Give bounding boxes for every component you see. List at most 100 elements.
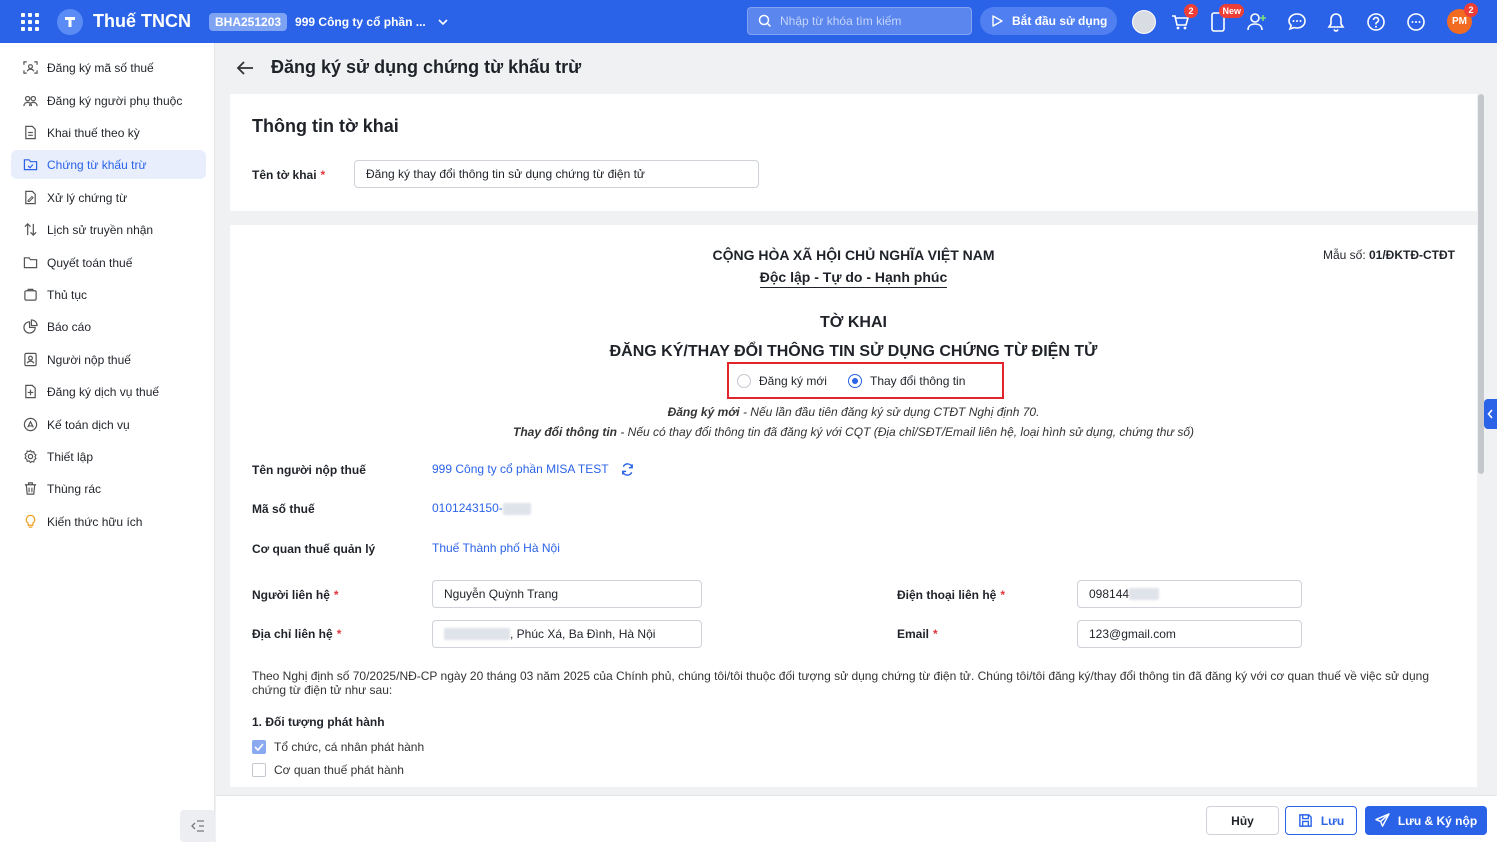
sidebar-item-periodic-tax[interactable]: Khai thuế theo kỳ: [11, 118, 206, 147]
save-icon: [1298, 814, 1312, 827]
sidebar-item-label: Kiến thức hữu ích: [47, 514, 143, 529]
sidebar-item-reports[interactable]: Báo cáo: [11, 312, 206, 341]
card-title: Thông tin tờ khai: [252, 116, 399, 136]
side-panel-toggle-icon[interactable]: [1484, 399, 1497, 429]
sidebar-item-dependents[interactable]: Đăng ký người phụ thuộc: [11, 86, 206, 115]
tax-code-value: 0101243150-: [432, 501, 531, 515]
assistant-avatar[interactable]: [1132, 10, 1156, 34]
taxpayer-name-label: Tên người nộp thuế: [252, 463, 366, 477]
person-card-icon: [24, 352, 37, 367]
tax-code-label: Mã số thuế: [252, 502, 315, 516]
more-icon[interactable]: [1404, 10, 1428, 34]
note-new-registration: Đăng ký mới - Nếu lần đầu tiên đăng ký s…: [667, 405, 1040, 419]
trash-icon: [24, 482, 37, 495]
apps-grid-icon[interactable]: [15, 7, 45, 37]
declaration-info-card: Thông tin tờ khai Tên tờ khai * Đăng ký t…: [230, 94, 1477, 211]
search-icon: [758, 14, 772, 28]
cancel-button[interactable]: Hủy: [1206, 806, 1279, 835]
sidebar-item-label: Thiết lập: [47, 449, 94, 464]
save-button[interactable]: Lưu: [1285, 806, 1357, 835]
org-name[interactable]: 999 Công ty cổ phần ...: [295, 15, 426, 29]
chevron-down-icon[interactable]: [436, 15, 450, 29]
users-icon: [23, 95, 38, 107]
org-code-badge: BHA251203: [209, 12, 288, 31]
sidebar-item-tax-services[interactable]: Đăng ký dịch vụ thuế: [11, 377, 206, 406]
sidebar-item-label: Lịch sử truyền nhận: [47, 222, 154, 237]
sidebar-item-process-vouchers[interactable]: Xử lý chứng từ: [11, 183, 206, 212]
contact-phone-field[interactable]: 098144: [1077, 580, 1302, 608]
sidebar-item-withholding-vouchers[interactable]: Chứng từ khấu trừ: [11, 150, 206, 179]
contact-person-label: Người liên hệ *: [252, 588, 339, 602]
document-title: TỜ KHAI: [820, 314, 887, 331]
sidebar-item-accounting-services[interactable]: Kế toán dịch vụ: [11, 410, 206, 439]
sidebar-item-register-tax-code[interactable]: Đăng ký mã số thuế: [11, 53, 206, 82]
search-input[interactable]: [780, 14, 960, 28]
sidebar-item-trash[interactable]: Thùng rác: [11, 474, 206, 503]
new-badge: New: [1219, 4, 1244, 18]
sidebar-item-label: Thủ tục: [47, 287, 88, 302]
search-box[interactable]: [747, 7, 972, 35]
contact-address-field[interactable]: , Phúc Xá, Ba Đình, Hà Nội: [432, 620, 702, 648]
sidebar-item-label: Chứng từ khấu trừ: [47, 157, 147, 172]
form-code: Mẫu số: 01/ĐKTĐ-CTĐT: [1322, 248, 1455, 262]
issuer-org-checkbox[interactable]: Tổ chức, cá nhân phát hành: [252, 740, 424, 754]
sidebar: Đăng ký mã số thuế Đăng ký người phụ thu…: [0, 43, 215, 842]
registration-type-radio-group: Đăng ký mới Thay đổi thông tin: [727, 362, 1004, 399]
redacted-block: [502, 502, 531, 515]
bell-icon[interactable]: [1324, 10, 1348, 34]
pie-chart-icon: [23, 319, 38, 334]
app-name[interactable]: Thuế TNCN: [93, 11, 191, 32]
gear-icon: [24, 449, 37, 464]
footer-bar: Hủy Lưu Lưu & Ký nộp: [216, 795, 1497, 842]
play-icon: [992, 15, 1003, 27]
tax-authority-label: Cơ quan thuế quản lý: [252, 542, 376, 556]
lightbulb-icon: [25, 514, 36, 528]
chat-icon[interactable]: [1285, 10, 1309, 34]
email-field[interactable]: 123@gmail.com: [1077, 620, 1302, 648]
doc-edit-icon: [25, 190, 36, 205]
sidebar-item-knowledge[interactable]: Kiến thức hữu ích: [11, 507, 206, 536]
sidebar-item-taxpayer[interactable]: Người nộp thuế: [11, 345, 206, 374]
contact-person-field[interactable]: Nguyễn Quỳnh Trang: [432, 580, 702, 608]
checkbox-checked: [252, 740, 266, 754]
sidebar-item-label: Đăng ký mã số thuế: [47, 60, 154, 75]
declaration-form-card: CỘNG HÒA XÃ HỘI CHỦ NGHĨA VIỆT NAM Độc l…: [230, 225, 1477, 787]
mobile-app-icon[interactable]: New: [1206, 4, 1244, 34]
folder-icon: [23, 257, 38, 269]
document-icon: [25, 125, 36, 140]
cart-badge: 2: [1184, 4, 1198, 18]
radio-dot: [737, 374, 751, 388]
sidebar-item-settings[interactable]: Thiết lập: [11, 442, 206, 471]
radio-change-info[interactable]: Thay đổi thông tin: [848, 374, 965, 388]
send-icon: [1375, 813, 1390, 827]
collapse-sidebar-icon[interactable]: [180, 810, 215, 842]
sidebar-item-transmission-history[interactable]: Lịch sử truyền nhận: [11, 215, 206, 244]
save-and-sign-button[interactable]: Lưu & Ký nộp: [1365, 806, 1487, 835]
redacted-block: [444, 628, 510, 640]
issuer-tax-authority-checkbox[interactable]: Cơ quan thuế phát hành: [252, 763, 404, 777]
cart-icon[interactable]: 2: [1168, 4, 1198, 34]
sidebar-item-procedures[interactable]: Thủ tục: [11, 280, 206, 309]
sidebar-item-tax-finalization[interactable]: Quyết toán thuế: [11, 248, 206, 277]
calculator-icon: [23, 417, 38, 432]
refresh-icon[interactable]: [621, 463, 634, 477]
back-arrow-icon[interactable]: [236, 60, 254, 76]
add-user-icon[interactable]: [1245, 10, 1269, 34]
app-logo-icon: [57, 8, 83, 35]
sidebar-item-label: Xử lý chứng từ: [47, 190, 128, 205]
avatar-badge: 2: [1464, 3, 1478, 17]
radio-dot-selected: [848, 374, 862, 388]
page-title: Đăng ký sử dụng chứng từ khấu trừ: [271, 57, 582, 77]
radio-new-registration[interactable]: Đăng ký mới: [737, 374, 827, 388]
declaration-name-label: Tên tờ khai *: [252, 168, 326, 182]
start-using-button[interactable]: Bắt đầu sử dụng: [980, 7, 1117, 35]
checkbox-unchecked: [252, 763, 266, 777]
scan-id-icon: [23, 61, 38, 74]
user-avatar[interactable]: PM 2: [1447, 3, 1478, 34]
note-change-info: Thay đổi thông tin - Nếu có thay đổi thô…: [513, 425, 1194, 439]
national-title: CỘNG HÒA XÃ HỘI CHỦ NGHĨA VIỆT NAM: [712, 247, 995, 263]
declaration-name-field[interactable]: Đăng ký thay đổi thông tin sử dụng chứng…: [354, 160, 759, 188]
avatar-initials: PM: [1452, 16, 1467, 27]
help-icon[interactable]: [1364, 10, 1388, 34]
transfer-icon: [24, 223, 37, 236]
